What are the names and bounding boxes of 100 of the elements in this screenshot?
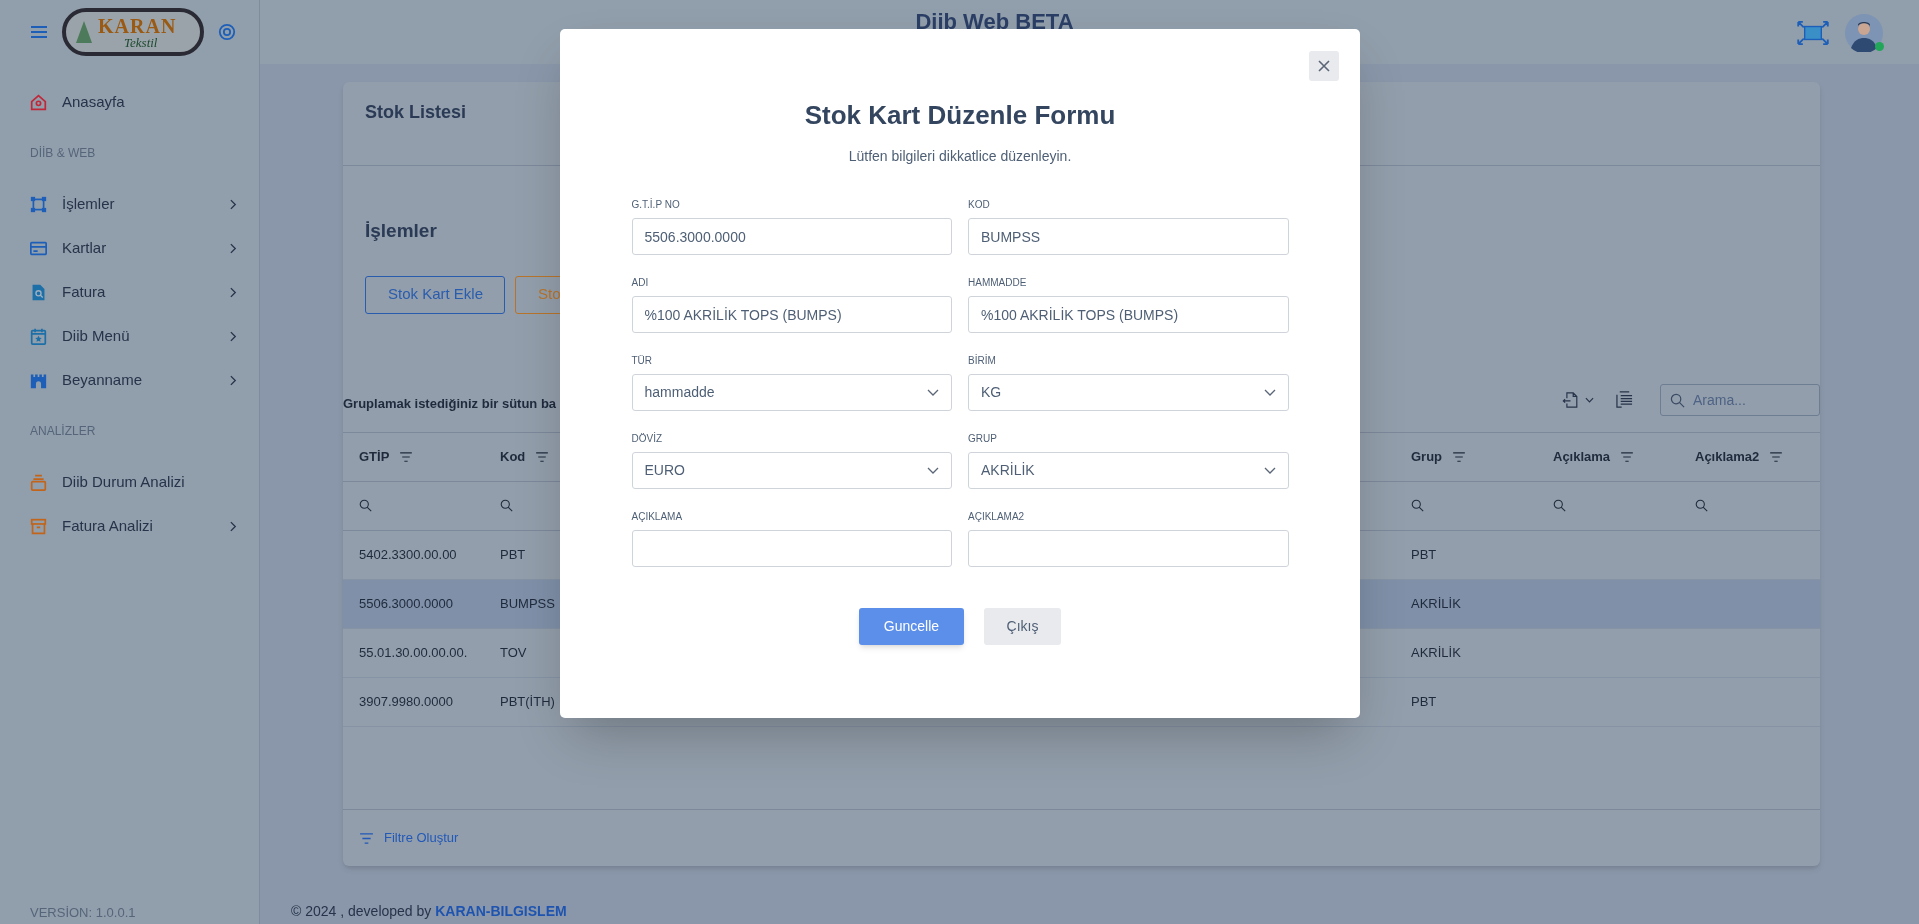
chevron-down-icon (1263, 389, 1276, 396)
dropdown-field[interactable]: EURO (631, 452, 952, 489)
table-cell-text: PBT (500, 545, 526, 564)
filter-icon[interactable] (1452, 451, 1467, 462)
sidebar-item[interactable]: Fatura (0, 270, 259, 314)
dropdown-field[interactable]: hammadde (631, 374, 952, 411)
table-cell-text: 5402.3300.00.00 (359, 545, 457, 564)
sidebar-item[interactable]: Diib Durum Analizi (0, 460, 259, 504)
section-label: DİİB & WEB (29, 145, 97, 162)
field-label: BİRİM (968, 353, 997, 368)
section-label: ANALİZLER (29, 423, 97, 440)
fullscreen-icon[interactable] (1797, 21, 1829, 45)
field-label: ADI (631, 276, 650, 290)
menu-icon (30, 23, 48, 41)
search-icon (500, 499, 513, 512)
sidebar-item[interactable]: Kartlar (0, 226, 259, 270)
modal-subtitle: Lütfen bilgileri dikkatlice düzenleyin. (848, 147, 1072, 166)
filter-icon[interactable] (535, 451, 550, 462)
caret-icon (1585, 396, 1594, 403)
logo-subtext: Tekstil (123, 35, 159, 49)
table-cell-text: PBT (1411, 692, 1437, 711)
app-title: Diib Web BETA (915, 8, 1074, 36)
section-title: İşlemler (365, 220, 437, 241)
filter-field[interactable] (500, 499, 513, 512)
field-label: DÖVİZ (631, 431, 664, 446)
filter-icon (359, 832, 374, 844)
sidebar-item[interactable]: Anasayfa (0, 80, 259, 124)
filter-icon[interactable] (1620, 451, 1635, 462)
search-icon (1695, 499, 1708, 512)
table-cell-text: PBT (1411, 545, 1437, 564)
table-cell-text: AKRİLİK (1411, 594, 1461, 613)
search-icon (1670, 392, 1685, 408)
field-label: TÜR (631, 354, 654, 368)
input-field[interactable]: %100 AKRİLİK TOPS (BUMPS) (631, 296, 952, 333)
filter-field[interactable] (1411, 499, 1424, 512)
stack-icon (30, 473, 47, 491)
field-label: AÇIKLAMA (631, 510, 684, 524)
search-icon (1411, 499, 1424, 512)
filter-icon[interactable] (1769, 451, 1784, 462)
search-icon (1553, 499, 1566, 512)
modal-button[interactable]: Guncelle (859, 608, 964, 645)
field-label: G.T.İ.P NO (631, 197, 681, 212)
close-icon (1318, 60, 1330, 72)
table-cell-text: 55.01.30.00.00.00. (359, 643, 468, 662)
input-field[interactable]: 5506.3000.0000 (631, 218, 952, 255)
chevron-down-icon (927, 467, 939, 474)
calendar-icon (30, 327, 47, 345)
export-icon (1562, 390, 1579, 409)
filter-field[interactable] (1695, 499, 1708, 512)
input-field[interactable] (968, 530, 1289, 567)
sidebar-item[interactable]: Fatura Analizi (0, 504, 259, 548)
card-icon (30, 239, 47, 257)
document-search-icon (30, 283, 47, 301)
table-cell-text: TOV (500, 643, 527, 662)
sidebar-item[interactable]: Beyanname (0, 358, 259, 402)
chevron-down-icon (927, 389, 939, 396)
emblem-icon (74, 19, 94, 45)
card-title: Stok Listesi (365, 102, 467, 122)
logo-text: KARAN (98, 15, 177, 36)
table-cell-text: 5506.3000.0000 (359, 594, 453, 613)
column-header[interactable]: GTİP (359, 446, 390, 467)
group-hint-text: Gruplamak istediğiniz bir sütun ba (343, 395, 557, 413)
dropdown-field[interactable]: KG (968, 374, 1289, 411)
target-icon[interactable] (218, 23, 236, 41)
column-header[interactable]: Kod (500, 446, 526, 467)
sidebar-item[interactable]: Diib Menü (0, 314, 259, 358)
table-cell-text: 3907.9980.0000 (359, 692, 453, 711)
table-cell-text: BUMPSS (500, 594, 555, 613)
column-header[interactable]: Açıklama2 (1695, 446, 1760, 467)
avatar[interactable] (1845, 14, 1883, 52)
version-text: VERSİON: 1.0.0.1 (29, 903, 137, 922)
search-field[interactable]: Arama... (1660, 383, 1820, 416)
field-label: KOD (968, 198, 991, 212)
archive-icon (30, 517, 47, 535)
filter-field[interactable] (359, 499, 372, 512)
dropdown-field[interactable]: AKRİLİK (968, 452, 1289, 489)
input-field[interactable]: BUMPSS (968, 218, 1289, 255)
field-label: HAMMADDE (968, 276, 1028, 290)
menu-button[interactable] (30, 23, 48, 41)
input-field[interactable] (631, 530, 952, 567)
column-header[interactable]: Grup (1411, 446, 1443, 467)
chevron-down-icon (1263, 467, 1276, 474)
close-button[interactable] (1309, 51, 1339, 81)
sidebar-item[interactable]: İşlemler (0, 182, 259, 226)
filter-field[interactable] (1553, 499, 1566, 512)
field-label: AÇIKLAMA2 (968, 510, 1026, 524)
column-header[interactable]: Açıklama (1553, 446, 1611, 467)
filter-icon[interactable] (399, 451, 414, 462)
modal-button[interactable]: Çıkış (984, 608, 1061, 645)
field-label: GRUP (968, 432, 998, 446)
export-button[interactable] (1562, 390, 1594, 409)
table-cell-text: PBT(İTH) (500, 692, 555, 711)
input-field[interactable]: %100 AKRİLİK TOPS (BUMPS) (968, 296, 1289, 333)
search-icon (359, 499, 372, 512)
column-chooser-icon[interactable] (1616, 391, 1633, 408)
footer-text: © 2024 , developed by KARAN-BILGISLEM (291, 902, 568, 921)
modal-title: Stok Kart Düzenle Formu (804, 99, 1116, 132)
home-icon (30, 93, 47, 111)
nodes-icon (30, 195, 47, 213)
table-cell-text: AKRİLİK (1411, 643, 1461, 662)
